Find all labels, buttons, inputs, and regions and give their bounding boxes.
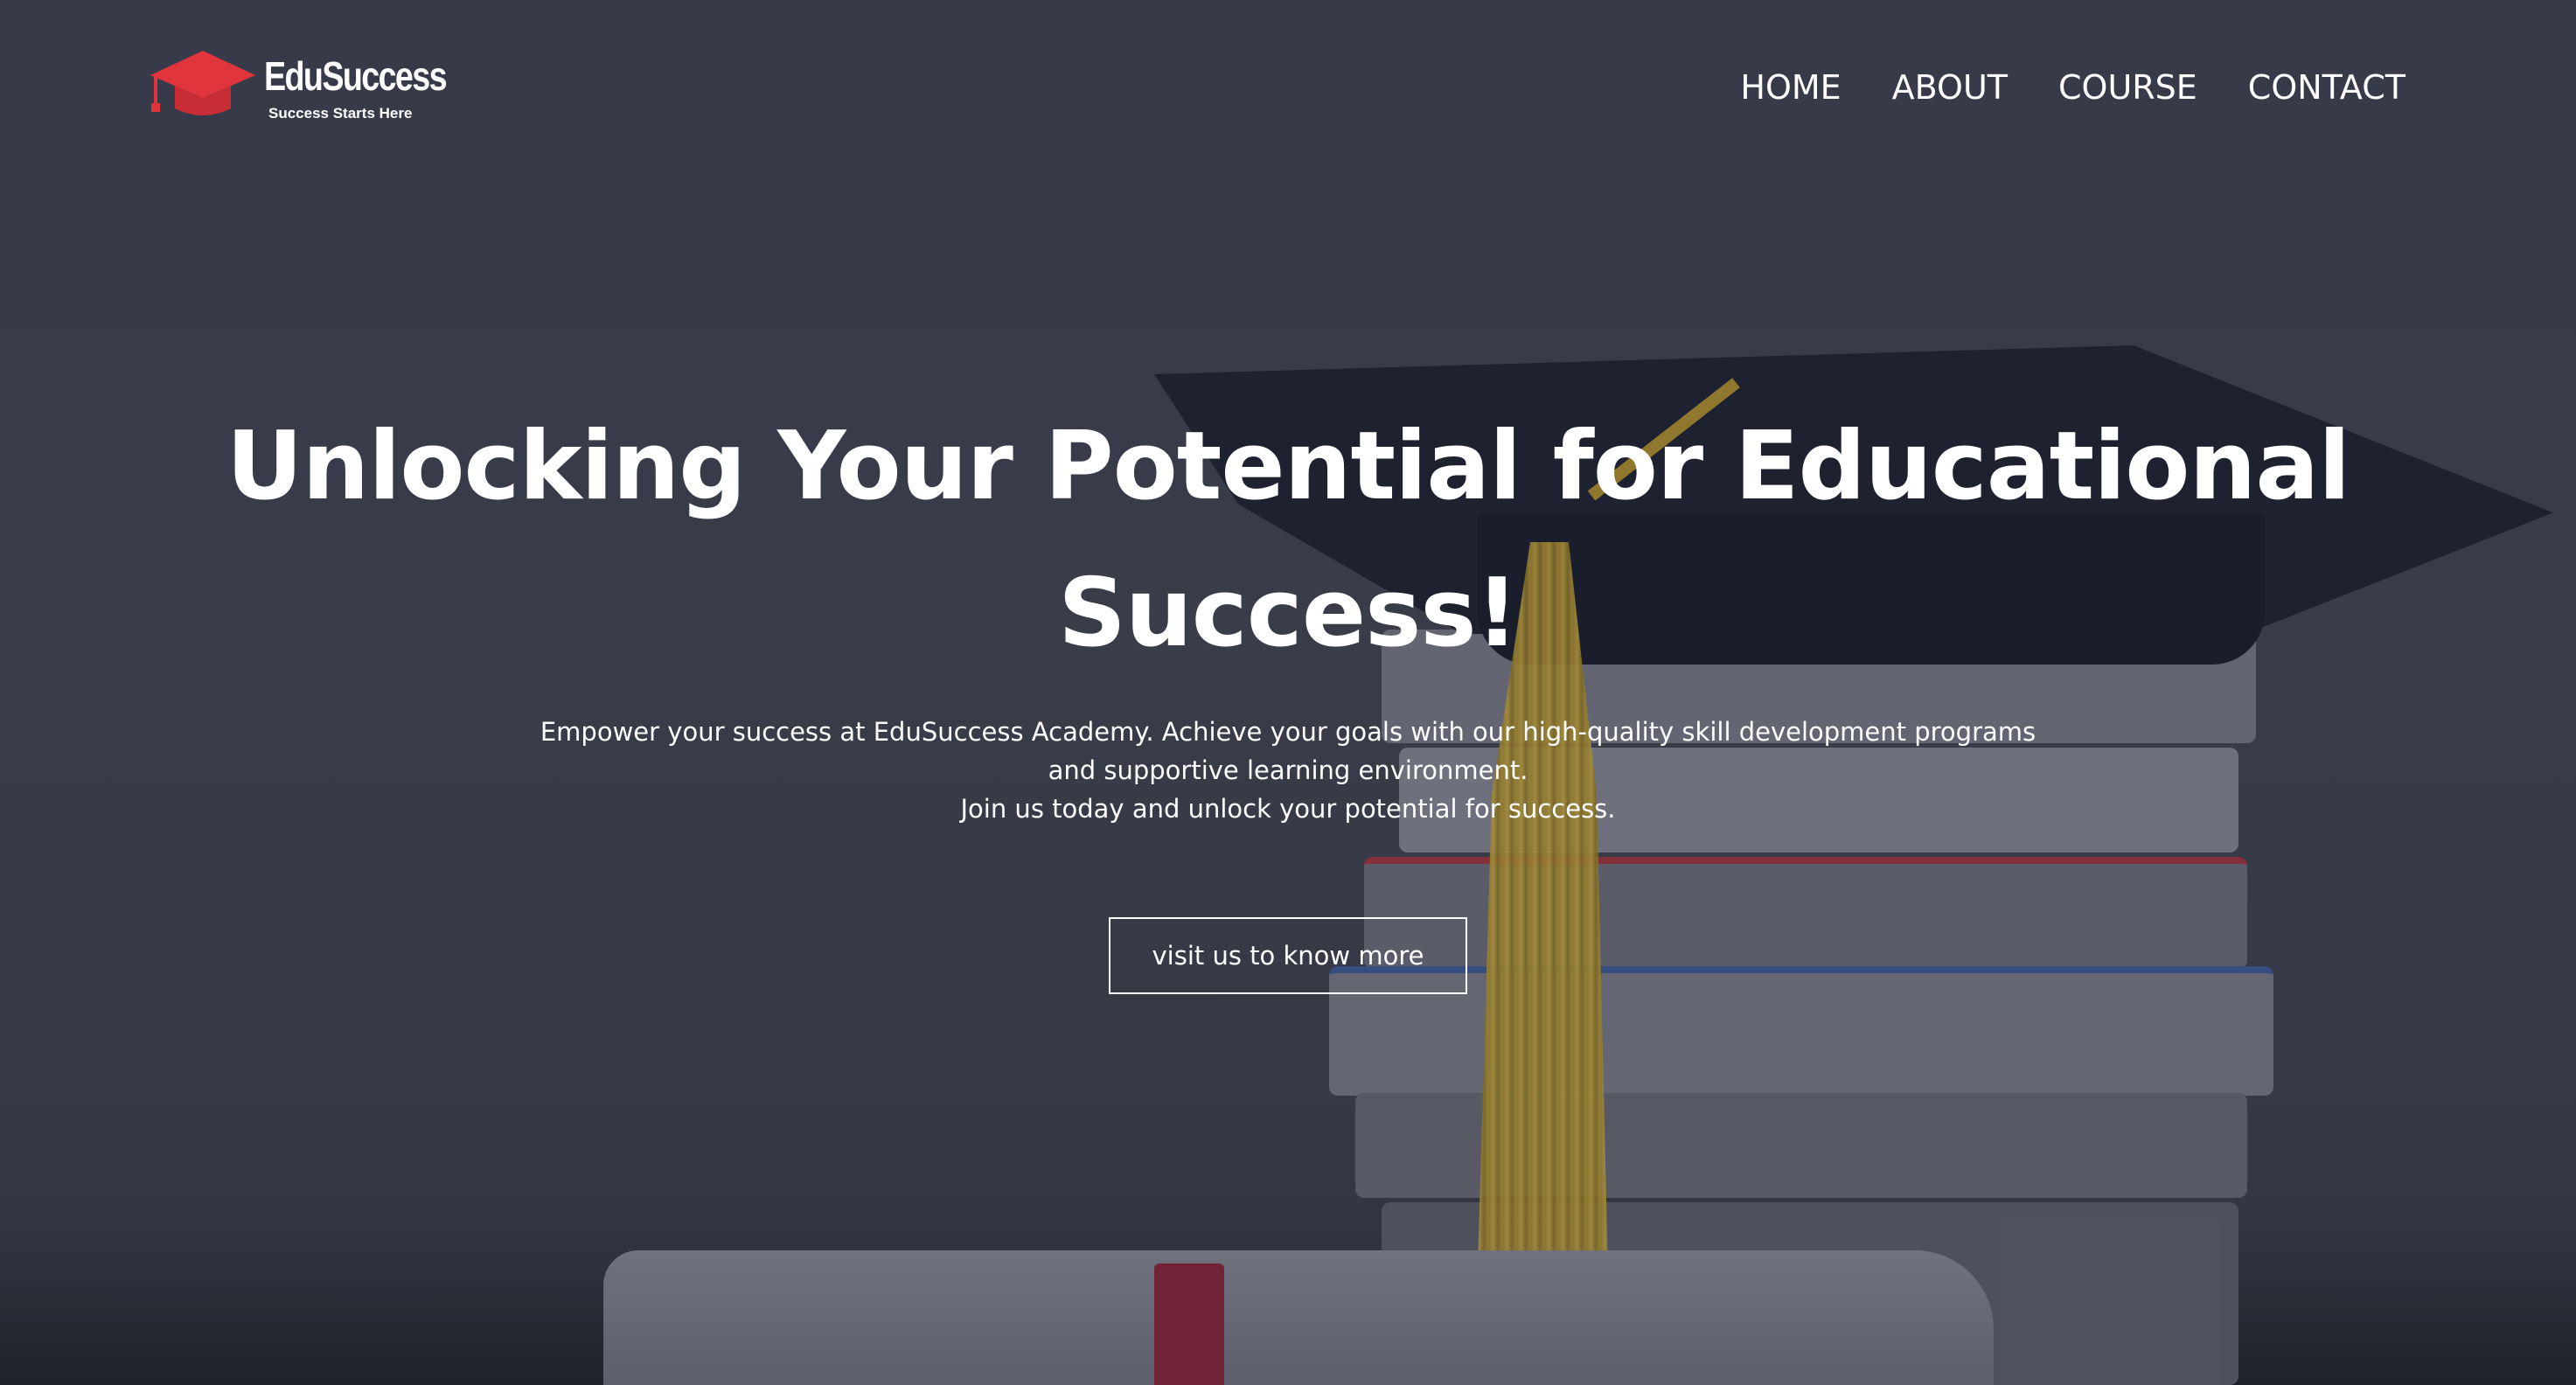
brand-logo[interactable]: EduSuccess Success Starts Here xyxy=(149,44,448,131)
nav-course[interactable]: COURSE xyxy=(2058,68,2197,107)
brand-name: EduSuccess xyxy=(264,53,448,99)
hero-overlay xyxy=(0,0,2576,1385)
hero-headline: Unlocking Your Potential for Educational… xyxy=(175,393,2401,687)
hero-description: Empower your success at EduSuccess Acade… xyxy=(490,713,2086,828)
nav-home[interactable]: HOME xyxy=(1740,68,1841,107)
visit-more-button[interactable]: visit us to know more xyxy=(1109,917,1467,994)
main-nav: HOME ABOUT COURSE CONTACT xyxy=(1740,68,2405,107)
hero-description-line2: and supportive learning environment. xyxy=(1048,755,1528,785)
hero-description-line1: Empower your success at EduSuccess Acade… xyxy=(540,717,2036,747)
graduation-cap-icon xyxy=(150,51,255,115)
hero-section xyxy=(0,0,2576,1385)
nav-contact[interactable]: CONTACT xyxy=(2248,68,2405,107)
brand-tagline: Success Starts Here xyxy=(268,105,413,122)
nav-about[interactable]: ABOUT xyxy=(1892,68,2008,107)
hero-description-line3: Join us today and unlock your potential … xyxy=(960,794,1616,824)
hero-headline-line2: Success! xyxy=(1058,559,1519,668)
hero-headline-line1: Unlocking Your Potential for Educational xyxy=(226,412,2350,521)
